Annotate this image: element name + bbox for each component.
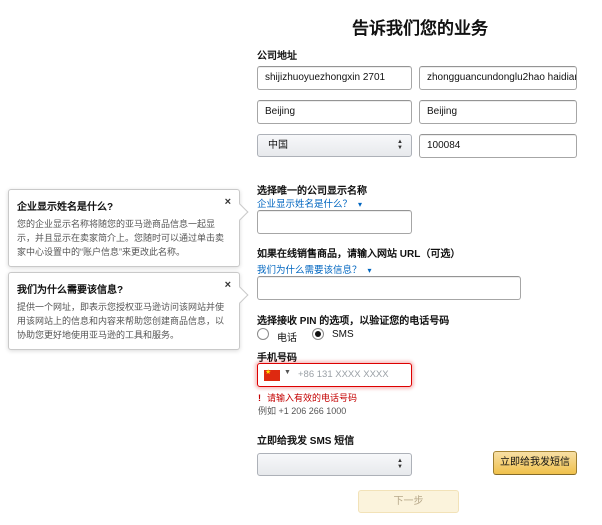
radio-phone[interactable] [257, 328, 269, 340]
phone-label: 手机号码 [257, 353, 297, 364]
phone-placeholder: +86 131 XXXX XXXX [298, 369, 389, 380]
popover-pointer [231, 203, 249, 221]
send-sms-button[interactable]: 立即给我发短信 [493, 451, 577, 475]
radio-sms[interactable] [312, 328, 324, 340]
next-button[interactable]: 下一步 [358, 490, 459, 513]
chevron-down-icon: ▾ [367, 266, 372, 275]
popover-text: 您的企业显示名称将随您的亚马逊商品信息一起显示，并且显示在卖家简介上。您随时可以… [17, 219, 225, 257]
country-select-value: 中国 [268, 140, 288, 151]
popover-pointer [231, 286, 249, 304]
postal-code-input[interactable]: 100084 [419, 134, 577, 158]
website-help-text: 我们为什么需要该信息？ [257, 265, 362, 276]
pin-option-label: 选择接收 PIN 的选项，以验证您的电话号码 [257, 316, 450, 327]
display-name-input[interactable] [257, 210, 412, 234]
display-name-help-link[interactable]: 企业显示姓名是什么？ ▾ [257, 196, 362, 210]
website-popover: 我们为什么需要该信息? 提供一个网址，即表示您授权亚马逊访问该网站并使用该网站上… [8, 272, 249, 350]
popover-text: 提供一个网址，即表示您授权亚马逊访问该网站并使用该网站上的信息和内容来帮助您创建… [17, 302, 225, 340]
caret-down-icon[interactable]: ▼ [284, 369, 291, 376]
close-icon[interactable]: × [225, 279, 231, 291]
close-icon[interactable]: × [225, 196, 231, 208]
website-help-link[interactable]: 我们为什么需要该信息？ ▾ [257, 262, 372, 276]
sms-label: 立即给我发 SMS 短信 [257, 436, 355, 447]
chevron-down-icon: ▾ [358, 200, 363, 209]
city-input[interactable]: Beijing [257, 100, 412, 124]
sms-select[interactable]: ▲ ▼ [257, 453, 412, 476]
address-label: 公司地址 [257, 51, 297, 62]
address-line1-input[interactable]: shijizhuoyuezhongxin 2701 [257, 66, 412, 90]
page-title: 告诉我们您的业务 [352, 19, 488, 38]
select-arrows-icon: ▲ ▼ [397, 139, 403, 151]
address-line2-input[interactable]: zhongguancundonglu2hao haidian [419, 66, 577, 90]
country-select[interactable]: 中国 ▲ ▼ [257, 134, 412, 157]
error-icon: ! [258, 393, 261, 403]
phone-error: ! 请输入有效的电话号码 [258, 391, 357, 404]
radio-phone-label[interactable]: 电话 [277, 329, 297, 344]
phone-example: 例如 +1 206 266 1000 [258, 406, 347, 416]
display-name-label: 选择唯一的公司显示名称 [257, 186, 367, 197]
phone-input[interactable]: ★ ▼ +86 131 XXXX XXXX [257, 363, 412, 387]
radio-sms-label[interactable]: SMS [332, 329, 354, 340]
china-flag-icon[interactable]: ★ [264, 369, 280, 381]
website-label: 如果在线销售商品，请输入网站 URL（可选） [257, 249, 461, 260]
display-name-popover: 企业显示姓名是什么? 您的企业显示名称将随您的亚马逊商品信息一起显示，并且显示在… [8, 189, 249, 267]
popover-title: 企业显示姓名是什么? [17, 202, 114, 213]
state-input[interactable]: Beijing [419, 100, 577, 124]
display-name-help-text: 企业显示姓名是什么？ [257, 199, 353, 210]
select-arrows-icon: ▲ ▼ [397, 458, 403, 470]
phone-error-text: 请输入有效的电话号码 [267, 393, 358, 403]
popover-title: 我们为什么需要该信息? [17, 285, 124, 296]
website-input[interactable] [257, 276, 521, 300]
